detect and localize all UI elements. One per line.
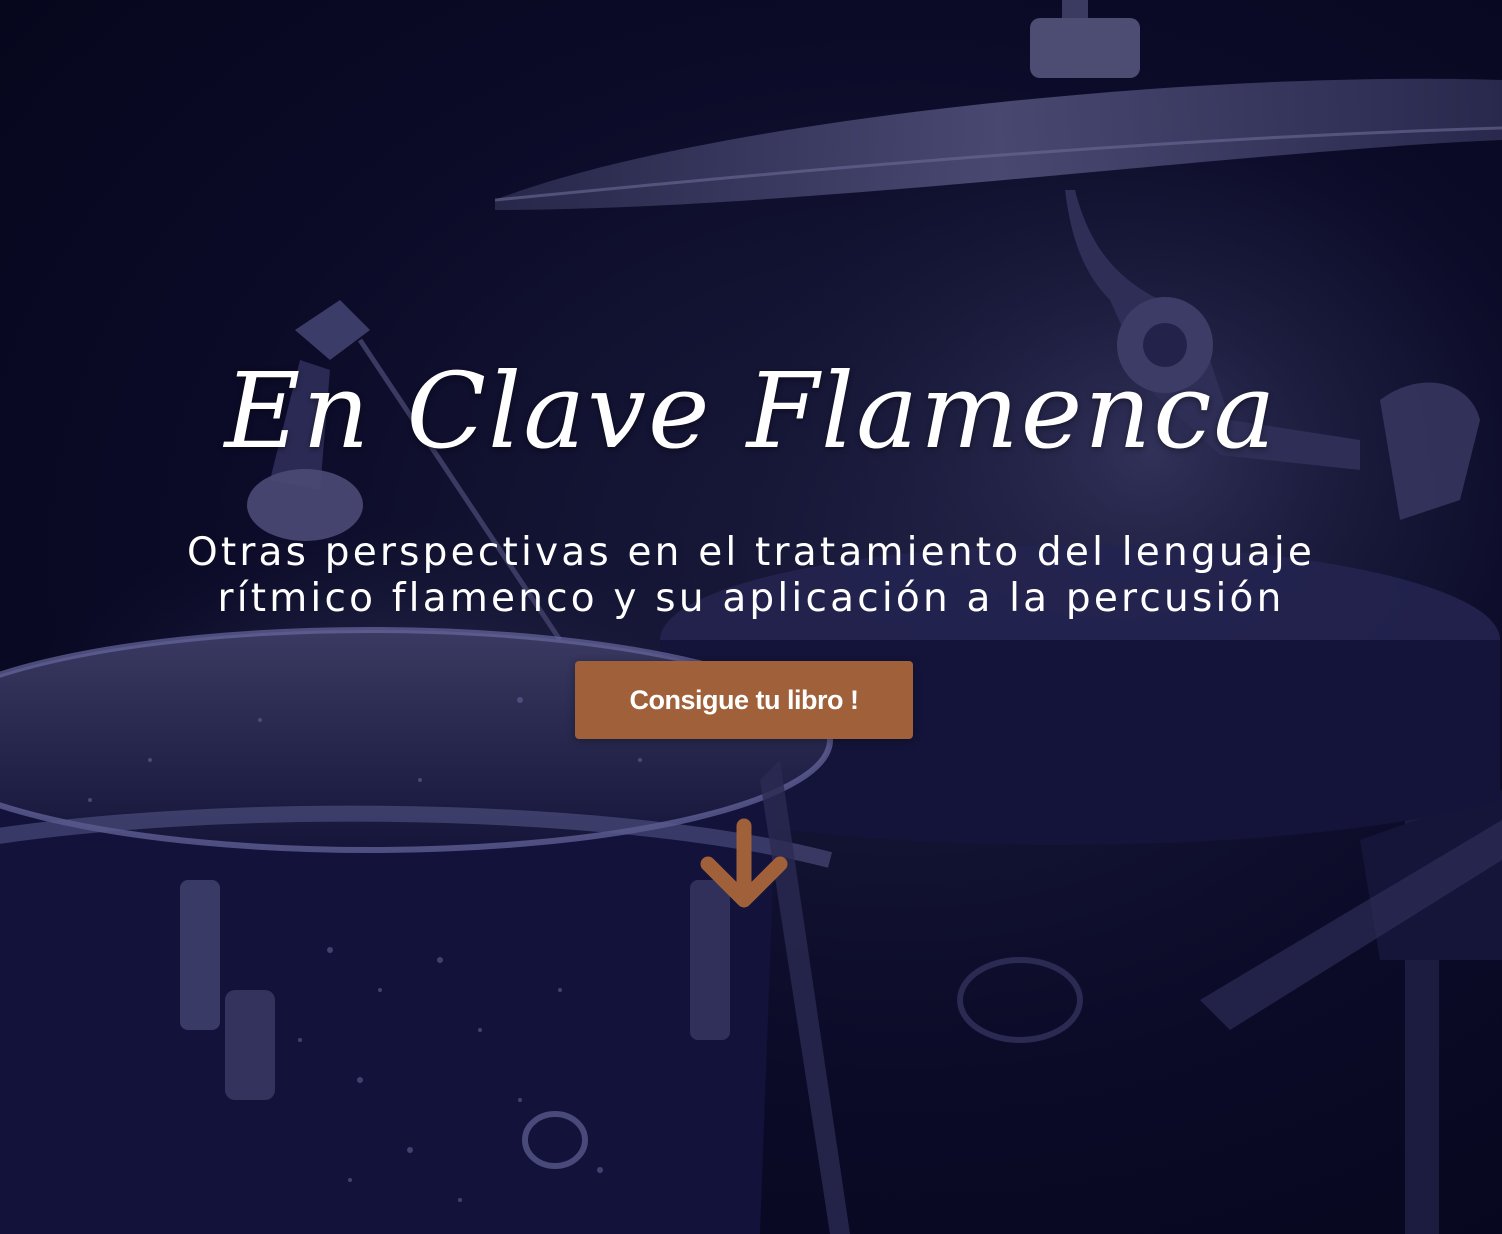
hero-title: En Clave Flamenca [224,350,1278,472]
hero-subtitle-line-2: rítmico flamenco y su aplicación a la pe… [217,576,1285,621]
hero-subtitle: Otras perspectivas en el tratamiento del… [0,530,1502,622]
hero-section: En Clave Flamenca Otras perspectivas en … [0,0,1502,1234]
hero-subtitle-line-1: Otras perspectivas en el tratamiento del… [186,530,1316,575]
get-book-button[interactable]: Consigue tu libro ! [575,661,913,739]
arrow-down-icon[interactable] [698,818,790,912]
